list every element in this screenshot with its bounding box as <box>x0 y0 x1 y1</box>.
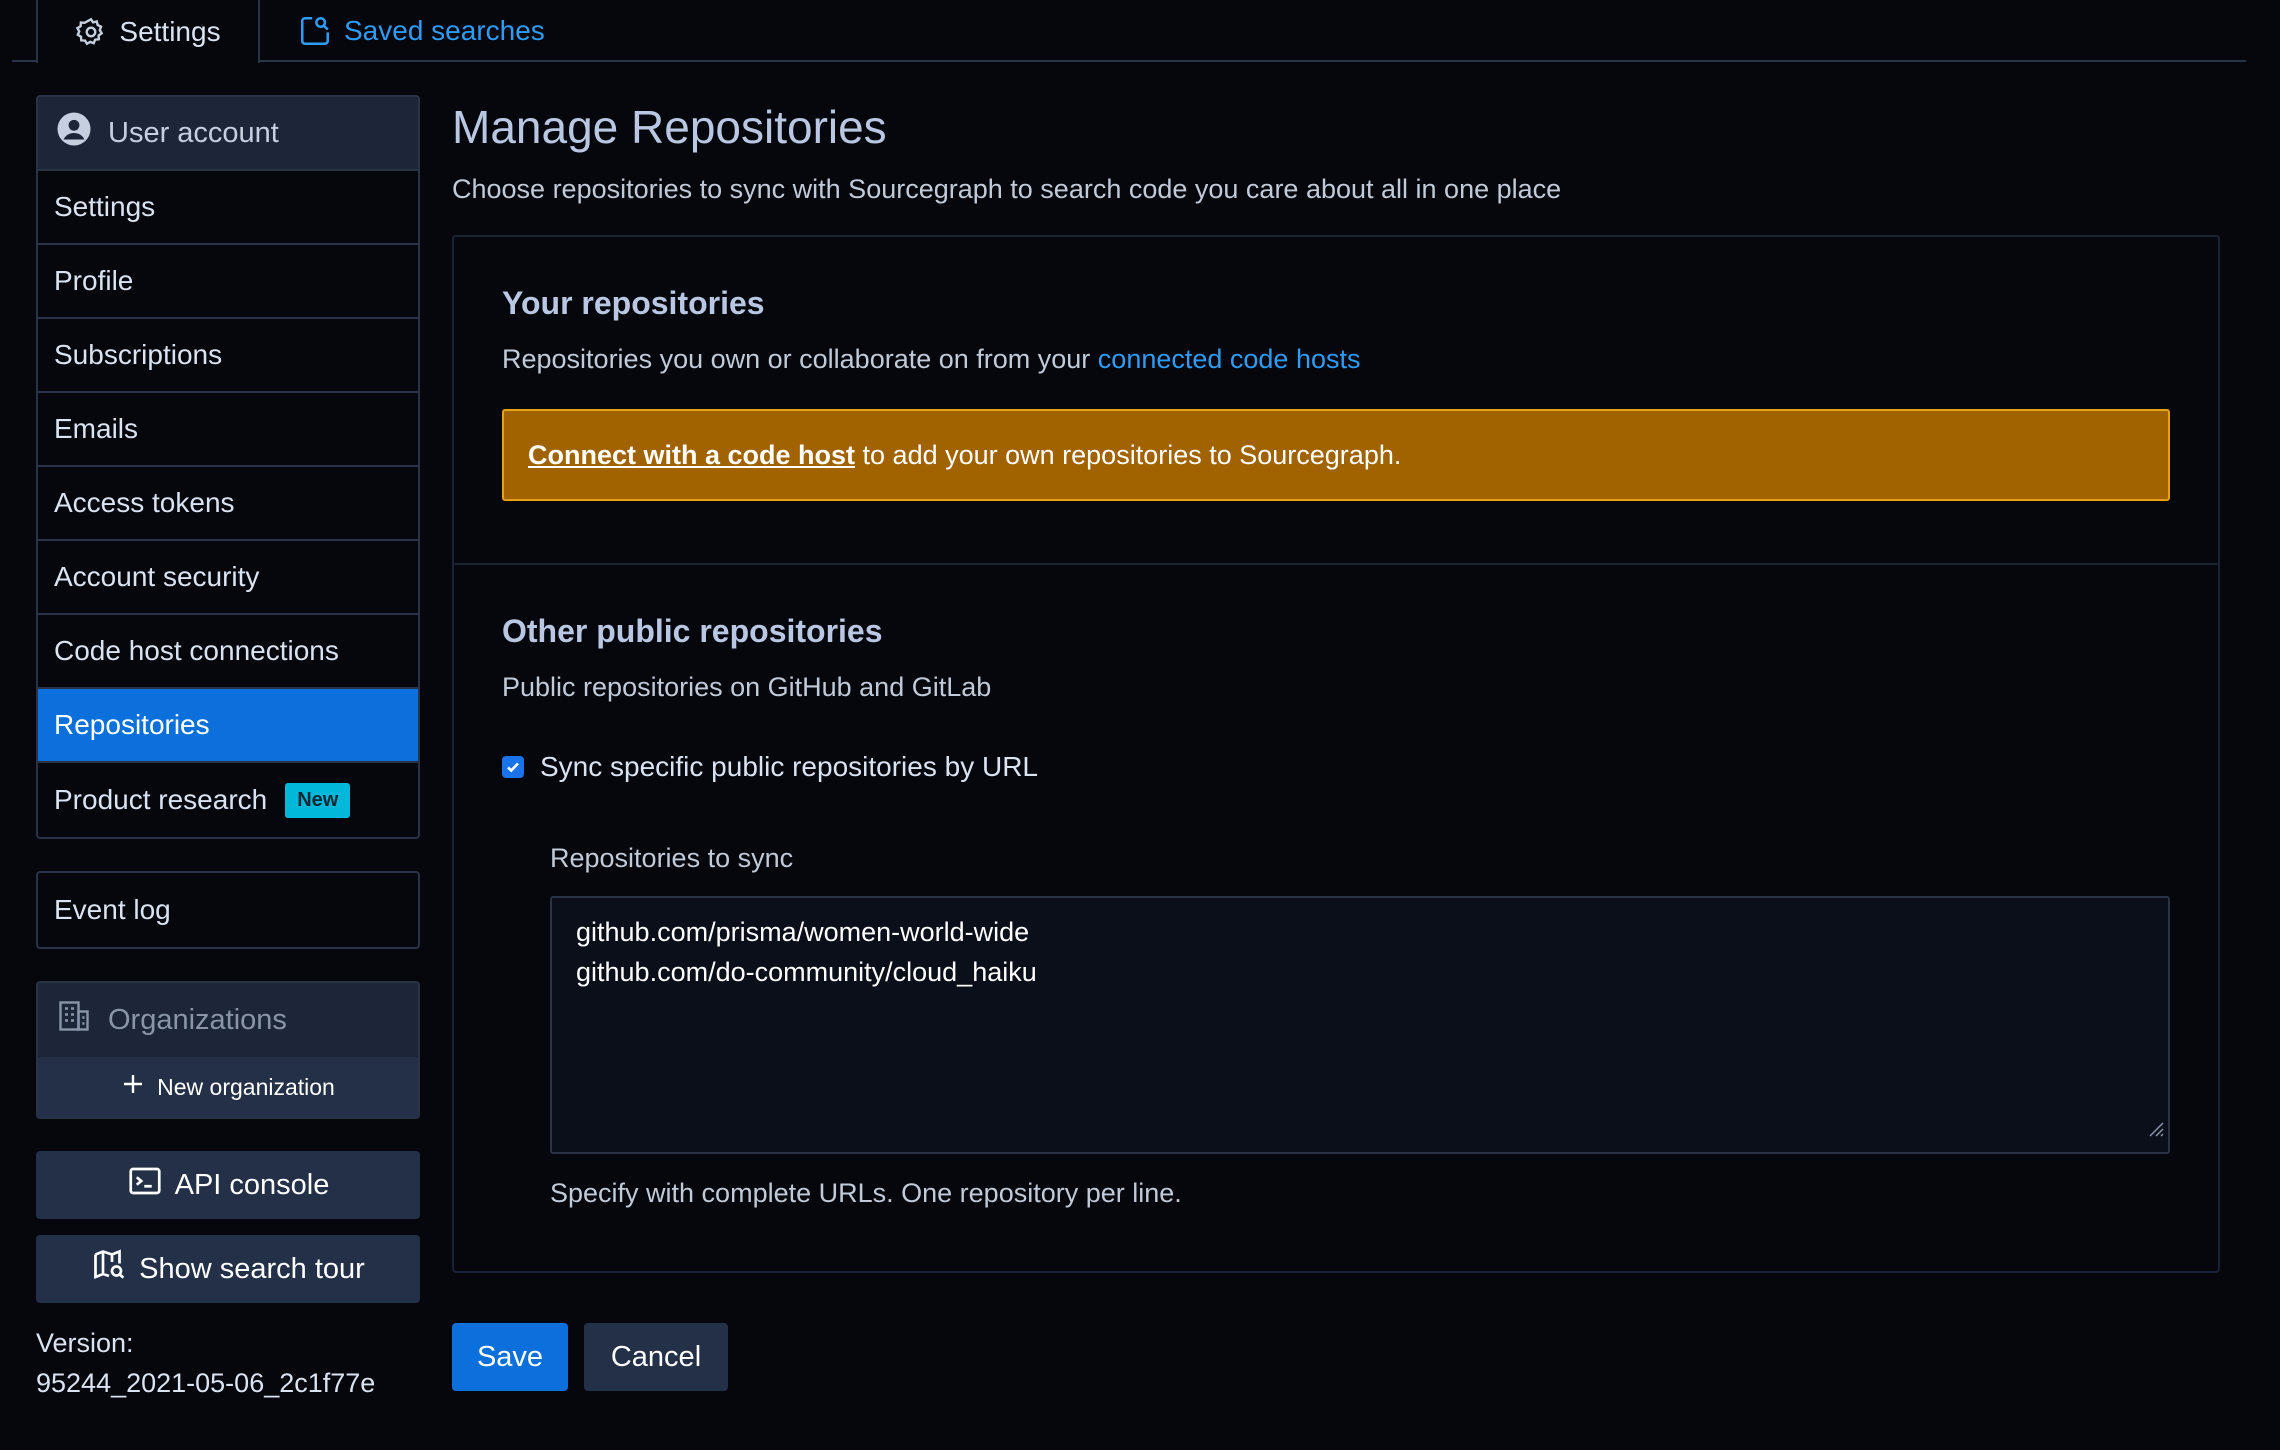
connect-code-host-alert: Connect with a code host to add your own… <box>502 409 2170 501</box>
new-organization-label: New organization <box>157 1073 335 1100</box>
public-repositories-section: Other public repositories Public reposit… <box>454 563 2218 1271</box>
sync-by-url-option[interactable]: Sync specific public repositories by URL <box>502 751 2170 783</box>
gear-icon <box>75 16 107 48</box>
console-icon <box>127 1163 163 1207</box>
repositories-help-text: Specify with complete URLs. One reposito… <box>550 1178 1182 1208</box>
public-repositories-heading: Other public repositories <box>502 613 883 649</box>
api-console-label: API console <box>174 1168 330 1201</box>
organizations-nav: Organizations New organization <box>36 981 420 1119</box>
sidebar-item-label: Code host connections <box>54 635 339 666</box>
resize-handle-icon[interactable] <box>2144 1108 2164 1148</box>
user-account-title: User account <box>108 116 279 149</box>
sync-by-url-label: Sync specific public repositories by URL <box>540 751 1038 782</box>
sidebar-item-account-security[interactable]: Account security <box>38 541 418 615</box>
form-actions: Save Cancel <box>452 1323 2220 1391</box>
organizations-title: Organizations <box>108 1003 287 1036</box>
show-search-tour-button[interactable]: Show search tour <box>36 1235 420 1303</box>
sidebar-item-label: Access tokens <box>54 487 235 518</box>
alert-text: to add your own repositories to Sourcegr… <box>855 439 1402 470</box>
top-tabs: Settings Saved searches <box>12 0 2246 63</box>
sidebar-item-event-log[interactable]: Event log <box>38 873 418 947</box>
sync-by-url-checkbox[interactable] <box>502 756 524 778</box>
connected-code-hosts-link[interactable]: connected code hosts <box>1098 344 1361 374</box>
sidebar-item-profile[interactable]: Profile <box>38 245 418 319</box>
api-console-button[interactable]: API console <box>36 1151 420 1219</box>
connect-code-host-link[interactable]: Connect with a code host <box>528 440 855 471</box>
organizations-header: Organizations <box>38 983 418 1057</box>
new-organization-button[interactable]: New organization <box>38 1057 418 1117</box>
sidebar: User account Settings Profile Subscripti… <box>36 95 420 1403</box>
tab-saved-searches-label: Saved searches <box>344 15 545 46</box>
account-circle-icon <box>56 111 92 155</box>
page-subtitle: Choose repositories to sync with Sourceg… <box>452 174 1562 204</box>
save-button[interactable]: Save <box>452 1323 568 1391</box>
public-repositories-description: Public repositories on GitHub and GitLab <box>502 672 992 702</box>
repository-line: github.com/do-community/cloud_haiku <box>576 957 1037 987</box>
page-title: Manage Repositories <box>452 101 887 153</box>
your-repositories-section: Your repositories Repositories you own o… <box>454 237 2218 563</box>
sidebar-item-code-host-connections[interactable]: Code host connections <box>38 615 418 689</box>
cancel-button[interactable]: Cancel <box>584 1323 728 1391</box>
sidebar-item-repositories[interactable]: Repositories <box>38 689 418 763</box>
plus-icon <box>121 1072 145 1102</box>
sidebar-item-subscriptions[interactable]: Subscriptions <box>38 319 418 393</box>
repositories-to-sync-label: Repositories to sync <box>550 843 794 873</box>
tab-settings[interactable]: Settings <box>36 0 260 63</box>
sidebar-item-label: Event log <box>54 894 171 925</box>
show-search-tour-label: Show search tour <box>139 1252 365 1285</box>
your-repositories-description: Repositories you own or collaborate on f… <box>502 344 2170 375</box>
sidebar-item-label: Emails <box>54 413 139 444</box>
user-account-nav: User account Settings Profile Subscripti… <box>36 95 420 839</box>
repository-line: github.com/prisma/women-world-wide <box>576 917 1030 947</box>
map-search-icon <box>91 1247 127 1291</box>
repositories-to-sync-field: Repositories to sync github.com/prisma/w… <box>550 843 2170 1209</box>
new-badge: New <box>285 782 351 818</box>
event-log-nav: Event log <box>36 871 420 949</box>
sidebar-item-label: Account security <box>54 561 260 592</box>
sidebar-item-label: Subscriptions <box>54 339 223 370</box>
sidebar-item-emails[interactable]: Emails <box>38 393 418 467</box>
app-root: Settings Saved searches User account Set… <box>0 0 2280 1450</box>
repositories-textarea[interactable]: github.com/prisma/women-world-wide githu… <box>550 896 2170 1154</box>
user-account-header: User account <box>38 97 418 171</box>
sidebar-item-label: Settings <box>54 191 156 222</box>
building-icon <box>56 998 92 1042</box>
sidebar-item-label: Repositories <box>54 709 210 740</box>
your-repositories-heading: Your repositories <box>502 285 765 321</box>
tab-settings-label: Settings <box>119 15 221 47</box>
sidebar-item-access-tokens[interactable]: Access tokens <box>38 467 418 541</box>
sidebar-item-label: Profile <box>54 265 134 296</box>
main-content: Manage Repositories Choose repositories … <box>452 95 2220 1391</box>
sidebar-item-settings[interactable]: Settings <box>38 171 418 245</box>
saved-search-icon <box>298 14 332 48</box>
version-info: Version: 95244_2021-05-06_2c1f77e <box>36 1323 420 1403</box>
version-value: 95244_2021-05-06_2c1f77e <box>36 1368 376 1398</box>
version-label: Version: <box>36 1328 134 1358</box>
sidebar-item-product-research[interactable]: Product research New <box>38 763 418 837</box>
check-icon <box>507 762 519 773</box>
sidebar-item-label: Product research <box>54 784 268 815</box>
repositories-card: Your repositories Repositories you own o… <box>452 235 2220 1273</box>
tab-saved-searches[interactable]: Saved searches <box>298 0 545 62</box>
your-repositories-desc-text: Repositories you own or collaborate on f… <box>502 344 1098 374</box>
